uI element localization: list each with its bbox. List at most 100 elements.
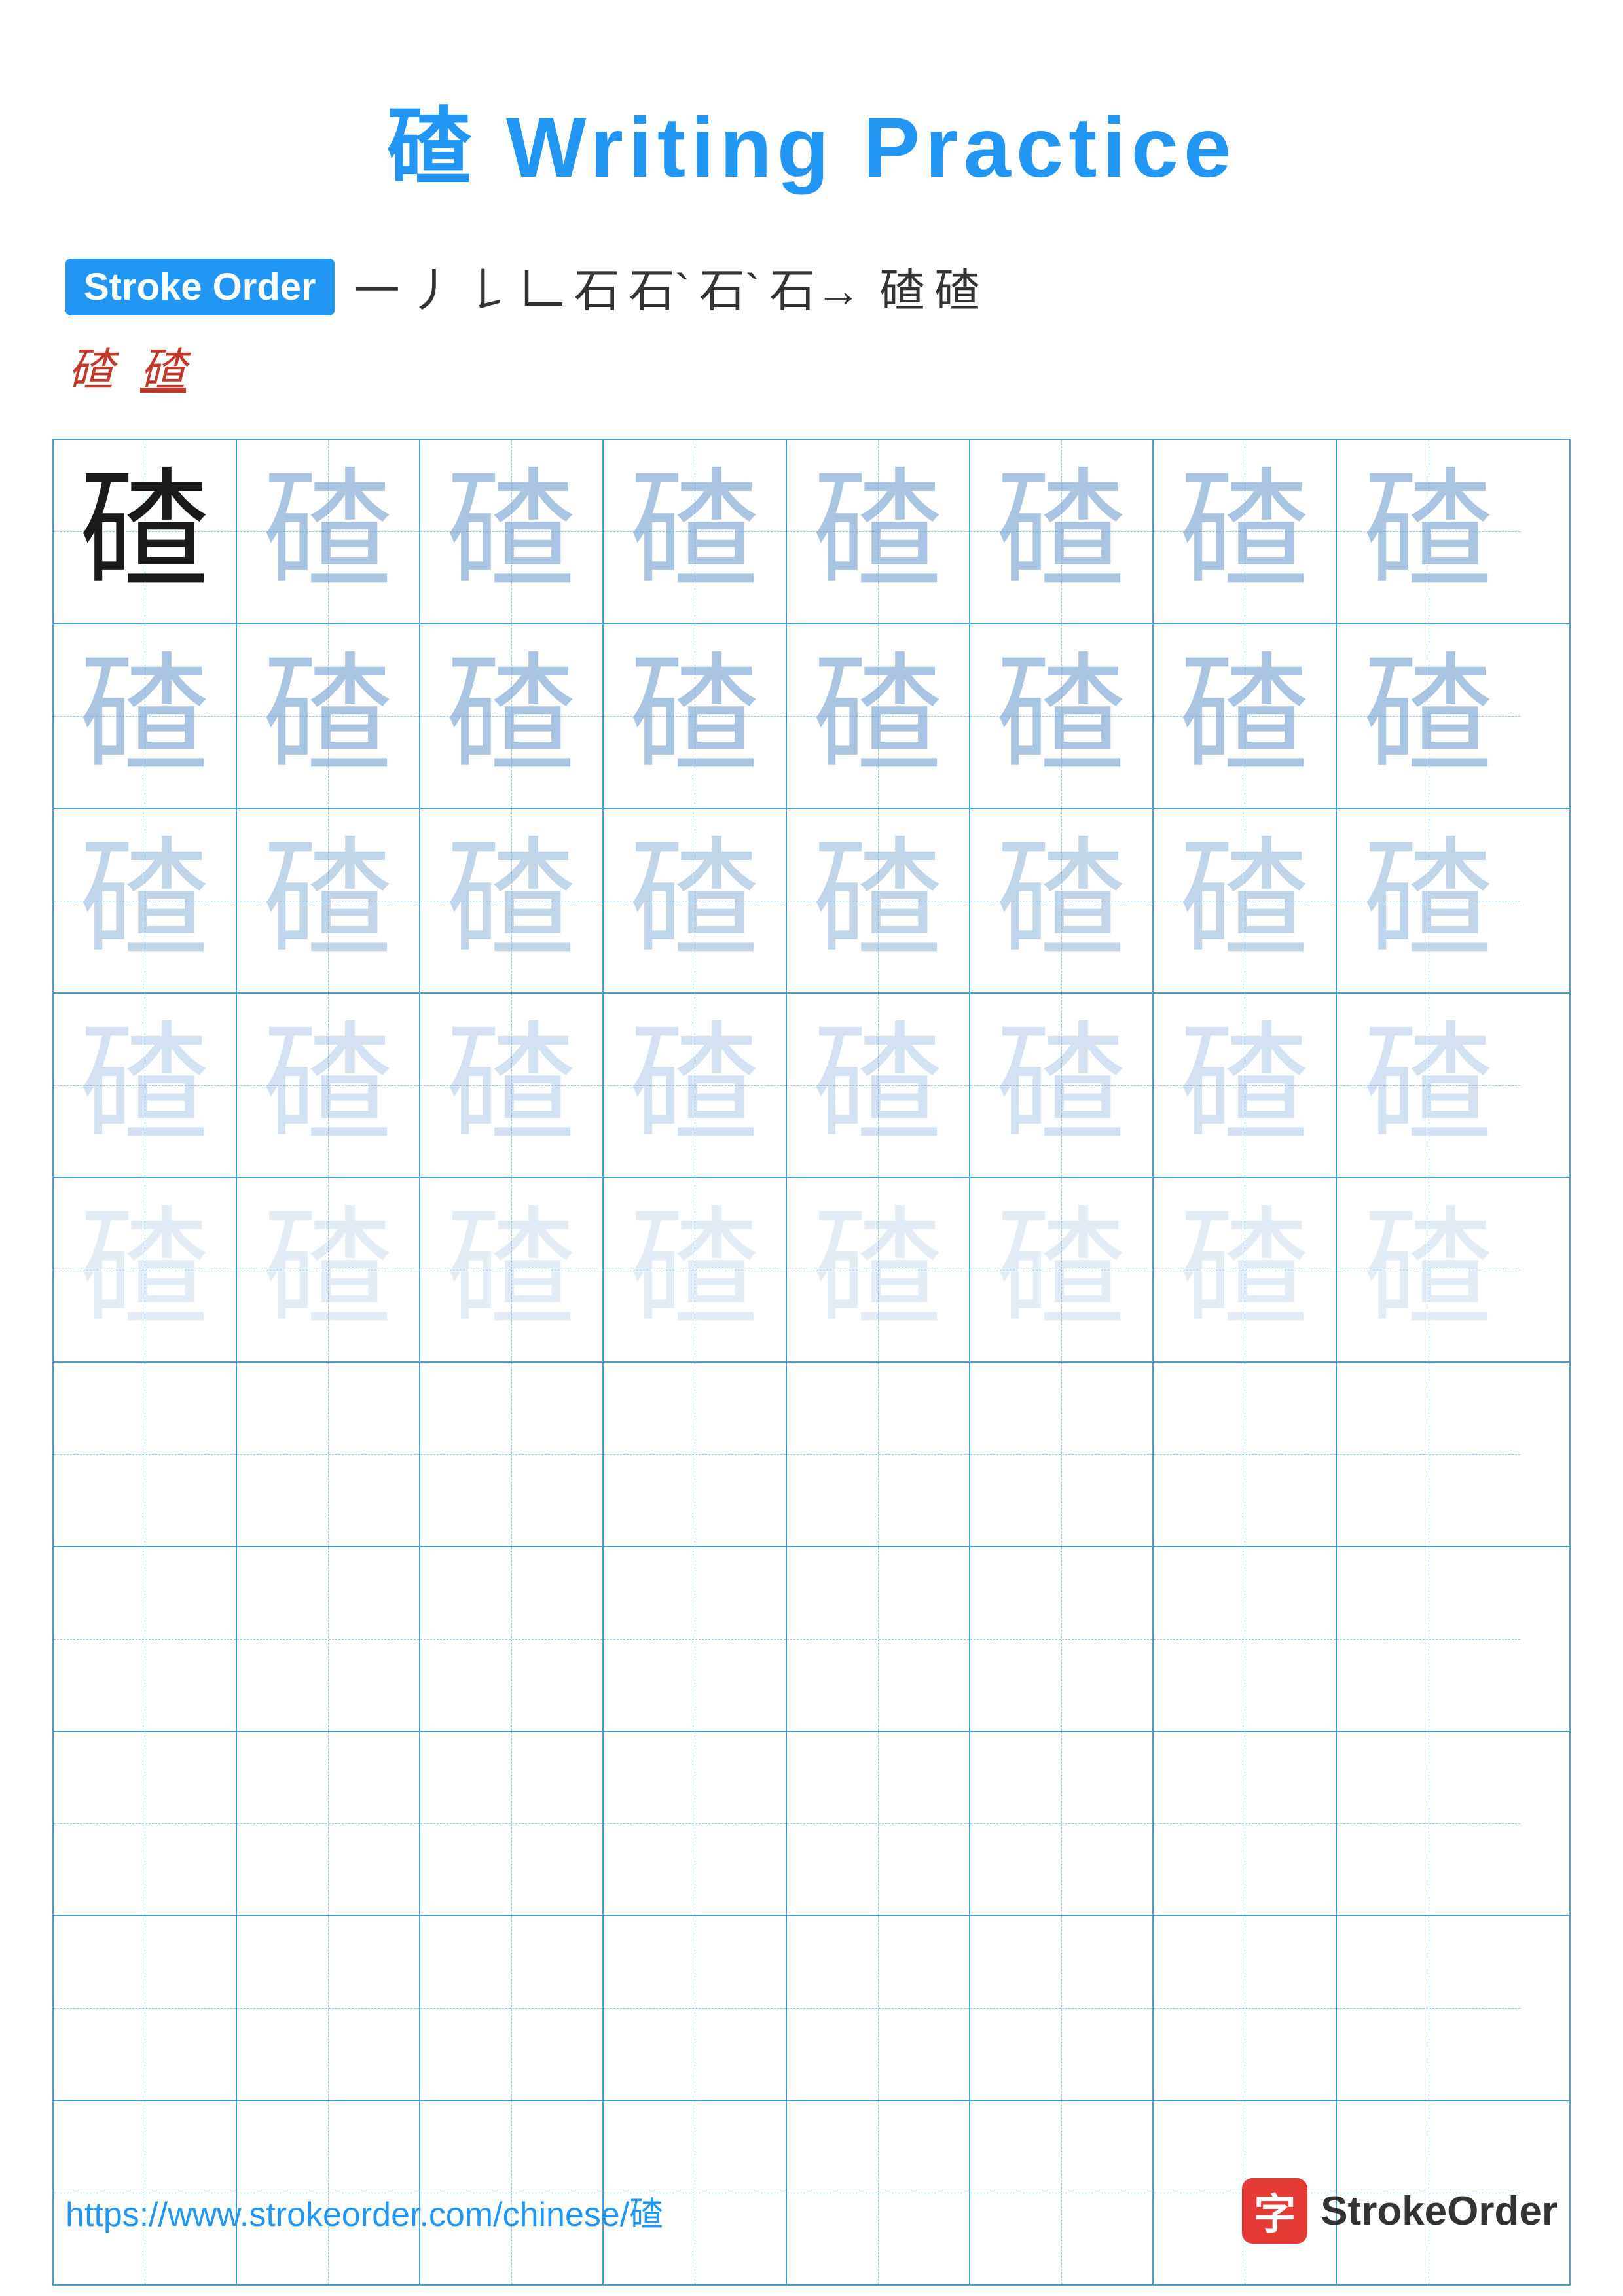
grid-cell: 碴: [787, 1178, 970, 1361]
grid-cell: [970, 1732, 1154, 1915]
grid-cell: [970, 1547, 1154, 1731]
practice-char: 碴: [812, 1204, 943, 1335]
grid-cell: 碴: [1154, 624, 1337, 808]
grid-cell: 碴: [54, 994, 237, 1177]
practice-char: 碴: [1179, 1020, 1310, 1151]
footer-logo: 字 StrokeOrder: [1242, 2178, 1558, 2244]
practice-char: 碴: [263, 1020, 393, 1151]
practice-char: 碴: [812, 466, 943, 597]
grid-row: [54, 1547, 1569, 1732]
grid-cell: [54, 1916, 237, 2100]
grid-cell: 碴: [604, 1178, 787, 1361]
grid-cell: [787, 1916, 970, 2100]
grid-cell: 碴: [787, 809, 970, 992]
practice-char: 碴: [1363, 1204, 1494, 1335]
grid-cell: [420, 1732, 604, 1915]
practice-char: 碴: [629, 466, 760, 597]
grid-cell: [604, 1547, 787, 1731]
grid-cell: 碴: [604, 809, 787, 992]
practice-char: 碴: [79, 466, 210, 597]
practice-char: 碴: [996, 835, 1127, 966]
practice-char: 碴: [446, 651, 577, 781]
grid-cell: [420, 1547, 604, 1731]
grid-cell: [54, 1732, 237, 1915]
stroke-order-badge: Stroke Order: [65, 259, 335, 315]
grid-cell: 碴: [420, 440, 604, 623]
grid-cell: [1154, 1916, 1337, 2100]
practice-char: 碴: [263, 1204, 393, 1335]
practice-char: 碴: [446, 466, 577, 597]
practice-char: 碴: [812, 1020, 943, 1151]
grid-cell: [1337, 1547, 1520, 1731]
grid-cell: [54, 1363, 237, 1546]
practice-char: 碴: [79, 1020, 210, 1151]
grid-cell: [970, 1916, 1154, 2100]
practice-char: 碴: [79, 1204, 210, 1335]
practice-char: 碴: [1363, 1020, 1494, 1151]
grid-cell: [237, 1732, 420, 1915]
practice-char: 碴: [1363, 835, 1494, 966]
grid-cell: [970, 1363, 1154, 1546]
practice-char: 碴: [629, 835, 760, 966]
grid-cell: [237, 1916, 420, 2100]
grid-row: 碴碴碴碴碴碴碴碴: [54, 809, 1569, 994]
grid-cell: 碴: [237, 1178, 420, 1361]
practice-char: 碴: [812, 835, 943, 966]
grid-cell: 碴: [604, 440, 787, 623]
grid-cell: [1154, 1732, 1337, 1915]
grid-cell: 碴: [1337, 440, 1520, 623]
grid-cell: [604, 1916, 787, 2100]
grid-cell: 碴: [54, 809, 237, 992]
grid-cell: 碴: [1154, 994, 1337, 1177]
grid-cell: [237, 1363, 420, 1546]
title-char: 碴: [387, 99, 477, 195]
practice-char: 碴: [1179, 1204, 1310, 1335]
grid-cell: 碴: [787, 994, 970, 1177]
grid-row: [54, 1916, 1569, 2101]
practice-grid: 碴碴碴碴碴碴碴碴碴碴碴碴碴碴碴碴碴碴碴碴碴碴碴碴碴碴碴碴碴碴碴碴碴碴碴碴碴碴碴碴: [52, 439, 1571, 2286]
practice-char: 碴: [1363, 651, 1494, 781]
grid-cell: 碴: [787, 624, 970, 808]
practice-char: 碴: [263, 466, 393, 597]
grid-cell: [1154, 1547, 1337, 1731]
practice-char: 碴: [263, 835, 393, 966]
grid-row: 碴碴碴碴碴碴碴碴: [54, 624, 1569, 809]
grid-cell: [1337, 1732, 1520, 1915]
grid-cell: 碴: [54, 1178, 237, 1361]
grid-cell: [1154, 1363, 1337, 1546]
practice-char: 碴: [996, 1204, 1127, 1335]
grid-cell: 碴: [237, 809, 420, 992]
page-title: 碴 Writing Practice: [0, 0, 1623, 202]
stroke-order-second-line: 碴 碴: [65, 333, 1558, 399]
grid-cell: 碴: [237, 624, 420, 808]
grid-cell: [604, 1732, 787, 1915]
grid-cell: 碴: [787, 440, 970, 623]
grid-cell: [54, 1547, 237, 1731]
practice-char: 碴: [812, 651, 943, 781]
grid-cell: 碴: [604, 624, 787, 808]
grid-cell: [1337, 1916, 1520, 2100]
grid-cell: 碴: [970, 440, 1154, 623]
grid-cell: [787, 1363, 970, 1546]
grid-cell: [1337, 1363, 1520, 1546]
grid-row: 碴碴碴碴碴碴碴碴: [54, 440, 1569, 624]
grid-cell: 碴: [1154, 809, 1337, 992]
practice-char: 碴: [263, 651, 393, 781]
stroke-order-section: Stroke Order 一 丿 𠄌 𠃊 石 石` 石` 石→ 𥐟 碴 碴 碴 …: [65, 254, 1558, 399]
practice-char: 碴: [629, 1204, 760, 1335]
grid-cell: 碴: [420, 624, 604, 808]
grid-cell: 碴: [420, 994, 604, 1177]
grid-cell: 碴: [237, 440, 420, 623]
grid-cell: [604, 1363, 787, 1546]
grid-row: [54, 1363, 1569, 1547]
footer-url: https://www.strokeorder.com/chinese/碴: [65, 2187, 663, 2236]
grid-cell: 碴: [970, 624, 1154, 808]
practice-char: 碴: [446, 1204, 577, 1335]
grid-cell: 碴: [1337, 1178, 1520, 1361]
grid-cell: 碴: [1337, 994, 1520, 1177]
grid-cell: [787, 1547, 970, 1731]
grid-cell: 碴: [1337, 624, 1520, 808]
practice-char: 碴: [996, 1020, 1127, 1151]
grid-cell: 碴: [604, 994, 787, 1177]
grid-cell: 碴: [970, 809, 1154, 992]
